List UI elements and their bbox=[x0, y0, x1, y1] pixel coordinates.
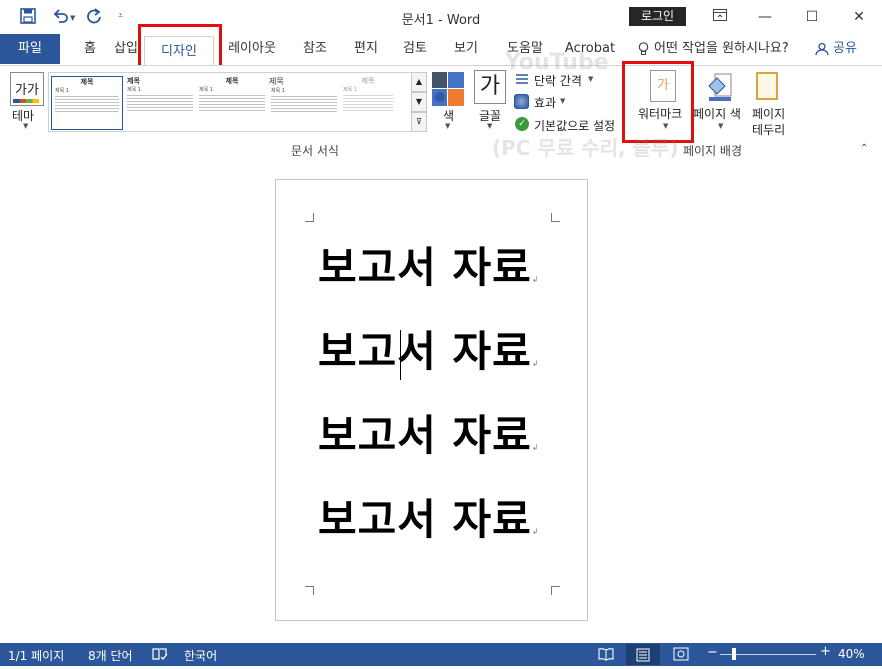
colors-icon[interactable] bbox=[432, 72, 464, 106]
watermark-highlight bbox=[622, 61, 694, 143]
ribbon-display-icon[interactable] bbox=[700, 4, 740, 30]
language-status[interactable]: 한국어 bbox=[184, 647, 217, 664]
login-button[interactable]: 로그인 bbox=[629, 7, 686, 26]
gallery-item-title: 제목 bbox=[269, 77, 284, 86]
tell-me-search[interactable]: 어떤 작업을 원하시나요? bbox=[654, 34, 792, 64]
fonts-icon[interactable]: 가 bbox=[474, 70, 506, 104]
print-layout-button[interactable] bbox=[626, 644, 660, 665]
document-line-text: 보고서 자료 bbox=[318, 327, 532, 376]
lightbulb-icon[interactable] bbox=[636, 34, 650, 64]
tab-layout[interactable]: 레이아웃 bbox=[222, 34, 282, 64]
gallery-item[interactable]: 제목 제목 1 bbox=[51, 76, 123, 130]
channel-watermark-text: YouTube bbox=[505, 50, 609, 75]
zoom-out-icon[interactable]: − bbox=[707, 645, 718, 660]
word-count-status[interactable]: 8개 단어 bbox=[88, 647, 133, 664]
effects-button[interactable]: 효과 bbox=[534, 94, 556, 111]
document-line[interactable]: 보고서 자료↲ bbox=[318, 318, 540, 379]
share-user-icon[interactable] bbox=[814, 34, 830, 64]
gallery-more-icon[interactable]: ⊽ bbox=[411, 112, 427, 132]
tab-file[interactable]: 파일 bbox=[0, 34, 60, 64]
zoom-in-icon[interactable]: + bbox=[820, 644, 831, 659]
read-mode-icon[interactable] bbox=[598, 647, 614, 664]
document-line-text: 보고서 자료 bbox=[318, 243, 532, 292]
paragraph-spacing-dropdown-icon[interactable]: ▼ bbox=[588, 75, 593, 83]
page-color-dropdown-icon[interactable]: ▼ bbox=[718, 122, 723, 130]
page-borders-label-2[interactable]: 테두리 bbox=[752, 121, 785, 138]
gallery-item-title: 제목 bbox=[80, 78, 94, 86]
gallery-item-heading: 제목 1 bbox=[271, 88, 285, 94]
close-icon[interactable]: ✕ bbox=[839, 4, 879, 30]
checkmark-icon: ✓ bbox=[515, 117, 529, 131]
gallery-item[interactable]: 제목 제목 1 bbox=[341, 76, 395, 128]
crop-mark bbox=[305, 586, 314, 595]
gallery-item-heading: 제목 1 bbox=[55, 88, 69, 94]
gallery-item[interactable]: 제목 제목 1 bbox=[269, 76, 339, 128]
paragraph-mark-icon: ↲ bbox=[531, 443, 540, 452]
themes-icon-text: 가가 bbox=[15, 83, 39, 98]
page-color-button[interactable]: 페이지 색 bbox=[693, 105, 741, 122]
crop-mark bbox=[551, 213, 560, 222]
themes-dropdown-icon[interactable]: ▼ bbox=[23, 122, 28, 130]
page-borders-label-1[interactable]: 페이지 bbox=[752, 105, 785, 122]
document-line[interactable]: 보고서 자료↲ bbox=[318, 234, 540, 295]
minimize-icon[interactable]: — bbox=[745, 4, 785, 30]
channel-watermark-subtext: (PC 무료 수리, 블루) bbox=[492, 136, 679, 160]
web-layout-icon[interactable] bbox=[673, 647, 689, 664]
gallery-item-heading: 제목 1 bbox=[343, 87, 357, 93]
page-color-icon[interactable] bbox=[705, 72, 735, 102]
page-background-group-label: 페이지 배경 bbox=[683, 144, 743, 158]
document-formatting-group-label: 문서 서식 bbox=[291, 144, 339, 158]
paragraph-mark-icon: ↲ bbox=[531, 275, 540, 284]
paragraph-mark-icon: ↲ bbox=[531, 527, 540, 536]
crop-mark bbox=[305, 213, 314, 222]
share-button[interactable]: 공유 bbox=[830, 34, 860, 64]
gallery-item-heading: 제목 1 bbox=[199, 87, 213, 93]
style-gallery: 제목 제목 1 제목 제목 1 제목 제목 1 제목 제목 1 제목 제목 1 bbox=[48, 72, 414, 132]
tab-mailings[interactable]: 편지 bbox=[346, 34, 386, 64]
gallery-scroll-down-icon[interactable]: ▼ bbox=[411, 92, 427, 112]
document-line-text: 보고서 자료 bbox=[318, 495, 532, 544]
effects-dropdown-icon[interactable]: ▼ bbox=[560, 97, 565, 105]
gallery-item-title: 제목 bbox=[225, 77, 239, 85]
fonts-dropdown-icon[interactable]: ▼ bbox=[487, 122, 492, 130]
collapse-ribbon-icon[interactable]: ⌃ bbox=[860, 143, 868, 154]
tab-home[interactable]: 홈 bbox=[70, 34, 110, 64]
gallery-item-title: 제목 bbox=[127, 77, 140, 85]
colors-dropdown-icon[interactable]: ▼ bbox=[445, 122, 450, 130]
themes-icon[interactable]: 가가 bbox=[10, 72, 44, 106]
crop-mark bbox=[551, 586, 560, 595]
tab-view[interactable]: 보기 bbox=[446, 34, 486, 64]
paragraph-mark-icon: ↲ bbox=[531, 359, 540, 368]
text-cursor bbox=[400, 330, 401, 380]
gallery-item-heading: 제목 1 bbox=[127, 87, 141, 93]
tab-references[interactable]: 참조 bbox=[295, 34, 335, 64]
gallery-item-title: 제목 bbox=[361, 77, 375, 85]
proofing-icon[interactable] bbox=[152, 647, 168, 664]
page-count-status[interactable]: 1/1 페이지 bbox=[8, 647, 64, 664]
document-line[interactable]: 보고서 자료↲ bbox=[318, 402, 540, 463]
gallery-item[interactable]: 제목 제목 1 bbox=[197, 76, 267, 128]
gallery-scroll-up-icon[interactable]: ▲ bbox=[411, 72, 427, 92]
effects-icon[interactable] bbox=[514, 94, 529, 109]
page-borders-icon[interactable] bbox=[756, 72, 778, 100]
document-line-text: 보고서 자료 bbox=[318, 411, 532, 460]
tab-review[interactable]: 검토 bbox=[395, 34, 435, 64]
document-line[interactable]: 보고서 자료↲ bbox=[318, 486, 540, 547]
gallery-item[interactable]: 제목 제목 1 bbox=[125, 76, 195, 128]
maximize-icon[interactable]: ☐ bbox=[792, 4, 832, 30]
zoom-level[interactable]: 40% bbox=[838, 647, 865, 661]
zoom-slider-thumb[interactable] bbox=[732, 648, 736, 660]
